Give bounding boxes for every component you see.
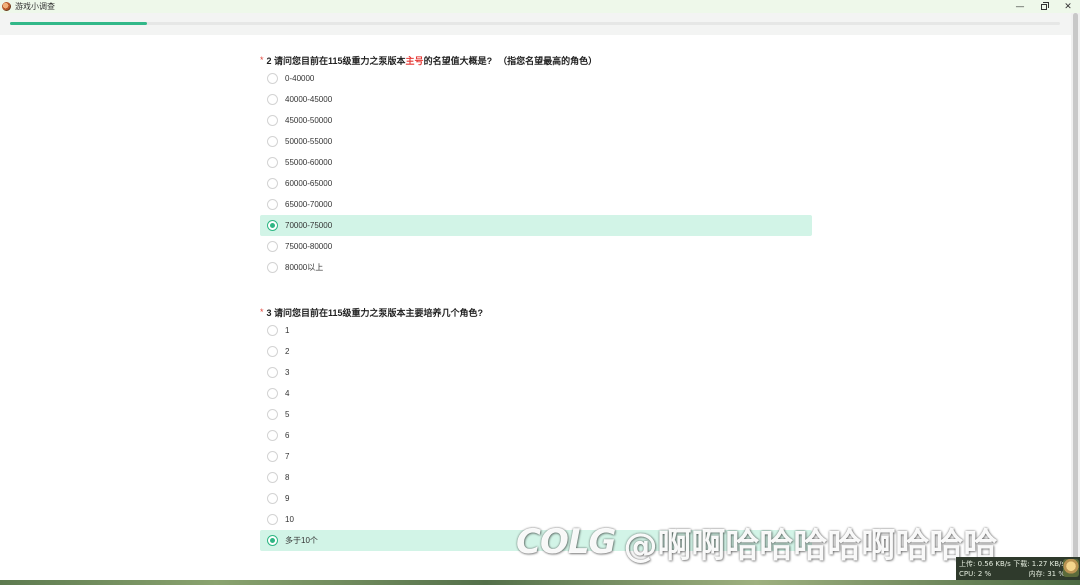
option-label: 10 — [285, 515, 294, 524]
app-icon — [2, 2, 11, 11]
option-label: 多于10个 — [285, 536, 318, 545]
restore-icon — [1041, 3, 1047, 10]
radio-button[interactable] — [267, 388, 278, 399]
radio-button[interactable] — [267, 94, 278, 105]
survey-sheet: * 2 请问您目前在115级重力之泵版本 主号 的名望值大概是? （指您名望最高… — [0, 35, 1071, 580]
option-row[interactable]: 60000-65000 — [260, 173, 812, 194]
option-label: 6 — [285, 431, 290, 440]
cpu-usage: CPU: 2 % — [959, 570, 992, 578]
option-label: 50000-55000 — [285, 137, 333, 146]
option-label: 75000-80000 — [285, 242, 333, 251]
progress-fill — [10, 22, 147, 25]
option-label: 3 — [285, 368, 290, 377]
radio-button[interactable] — [267, 472, 278, 483]
option-label: 8 — [285, 473, 290, 482]
question-title-prefix: 2 请问您目前在115级重力之泵版本 — [266, 55, 406, 66]
desktop-strip — [0, 580, 1080, 585]
download-speed: 下载: 1.27 KB/s — [1013, 560, 1065, 568]
question-title-note: （指您名望最高的角色） — [498, 55, 598, 66]
network-monitor: 上传: 0.56 KB/s 下载: 1.27 KB/s CPU: 2 % 内存:… — [956, 557, 1080, 580]
question-title-prefix: 3 请问您目前在115级重力之泵版本主要培养几个角色? — [266, 307, 484, 318]
option-label: 5 — [285, 410, 290, 419]
option-row[interactable]: 8 — [260, 467, 812, 488]
option-list: 0-40000 40000-45000 45000-50000 50000-55000… — [260, 68, 812, 278]
option-row[interactable]: 5 — [260, 404, 812, 425]
question-title: * 3 请问您目前在115级重力之泵版本主要培养几个角色? — [260, 305, 812, 319]
watermark-user: @啊啊哈哈哈哈啊哈哈哈 — [623, 525, 998, 566]
option-row[interactable]: 70000-75000 — [260, 215, 812, 236]
restore-button[interactable] — [1032, 0, 1056, 13]
watermark-logo: COLG — [516, 522, 616, 562]
option-label: 9 — [285, 494, 290, 503]
radio-button[interactable] — [267, 367, 278, 378]
radio-button[interactable] — [267, 346, 278, 357]
question-title-highlight: 主号 — [405, 55, 424, 66]
option-row[interactable]: 55000-60000 — [260, 152, 812, 173]
option-row[interactable]: 0-40000 — [260, 68, 812, 89]
option-label: 45000-50000 — [285, 116, 333, 125]
option-row[interactable]: 6 — [260, 425, 812, 446]
radio-button[interactable] — [267, 157, 278, 168]
title-bar: 游戏小调查 — ✕ — [0, 0, 1080, 13]
radio-button[interactable] — [267, 178, 278, 189]
option-label: 60000-65000 — [285, 179, 333, 188]
minimize-button[interactable]: — — [1008, 0, 1032, 13]
option-label: 7 — [285, 452, 290, 461]
option-row[interactable]: 65000-70000 — [260, 194, 812, 215]
radio-button[interactable] — [267, 514, 278, 525]
option-row[interactable]: 50000-55000 — [260, 131, 812, 152]
progress-area — [0, 13, 1080, 35]
radio-button[interactable] — [267, 220, 278, 231]
window-controls: — ✕ — [1008, 0, 1080, 13]
question-3: * 3 请问您目前在115级重力之泵版本主要培养几个角色? 1234567891… — [260, 305, 812, 551]
radio-button[interactable] — [267, 535, 278, 546]
option-label: 4 — [285, 389, 290, 398]
question-2: * 2 请问您目前在115级重力之泵版本 主号 的名望值大概是? （指您名望最高… — [260, 53, 812, 278]
scrollbar[interactable] — [1071, 13, 1080, 580]
option-row[interactable]: 40000-45000 — [260, 89, 812, 110]
option-row[interactable]: 2 — [260, 341, 812, 362]
option-row[interactable]: 4 — [260, 383, 812, 404]
option-list: 1 2 3 4 5 6 7 8 9 10 多于10个 — [260, 320, 812, 551]
option-label: 0-40000 — [285, 74, 315, 83]
upload-speed: 上传: 0.56 KB/s — [959, 560, 1011, 568]
radio-button[interactable] — [267, 136, 278, 147]
radio-button[interactable] — [267, 451, 278, 462]
option-row[interactable]: 45000-50000 — [260, 110, 812, 131]
radio-button[interactable] — [267, 199, 278, 210]
scroll-thumb[interactable] — [1073, 13, 1078, 573]
radio-button[interactable] — [267, 241, 278, 252]
option-label: 40000-45000 — [285, 95, 333, 104]
option-row[interactable]: 9 — [260, 488, 812, 509]
option-row[interactable]: 7 — [260, 446, 812, 467]
radio-button[interactable] — [267, 409, 278, 420]
required-mark: * — [260, 307, 264, 317]
option-label: 1 — [285, 326, 290, 335]
question-title: * 2 请问您目前在115级重力之泵版本 主号 的名望值大概是? （指您名望最高… — [260, 53, 812, 67]
option-label: 70000-75000 — [285, 221, 333, 230]
option-row[interactable]: 1 — [260, 320, 812, 341]
window-title: 游戏小调查 — [15, 2, 55, 11]
radio-button[interactable] — [267, 493, 278, 504]
option-label: 65000-70000 — [285, 200, 333, 209]
radio-button[interactable] — [267, 262, 278, 273]
radio-button[interactable] — [267, 325, 278, 336]
progress-bar — [10, 22, 1060, 25]
radio-button[interactable] — [267, 430, 278, 441]
close-button[interactable]: ✕ — [1056, 0, 1080, 13]
option-label: 80000以上 — [285, 263, 324, 272]
memory-usage: 内存: 31 % — [1028, 570, 1065, 578]
option-label: 2 — [285, 347, 290, 356]
option-label: 55000-60000 — [285, 158, 333, 167]
radio-button[interactable] — [267, 73, 278, 84]
required-mark: * — [260, 55, 264, 65]
question-title-suffix: 的名望值大概是? — [423, 55, 493, 66]
option-row[interactable]: 3 — [260, 362, 812, 383]
option-row[interactable]: 75000-80000 — [260, 236, 812, 257]
radio-button[interactable] — [267, 115, 278, 126]
mascot-icon — [1063, 559, 1079, 577]
watermark: COLG @啊啊哈哈哈哈啊哈哈哈 — [516, 520, 998, 566]
option-row[interactable]: 80000以上 — [260, 257, 812, 278]
